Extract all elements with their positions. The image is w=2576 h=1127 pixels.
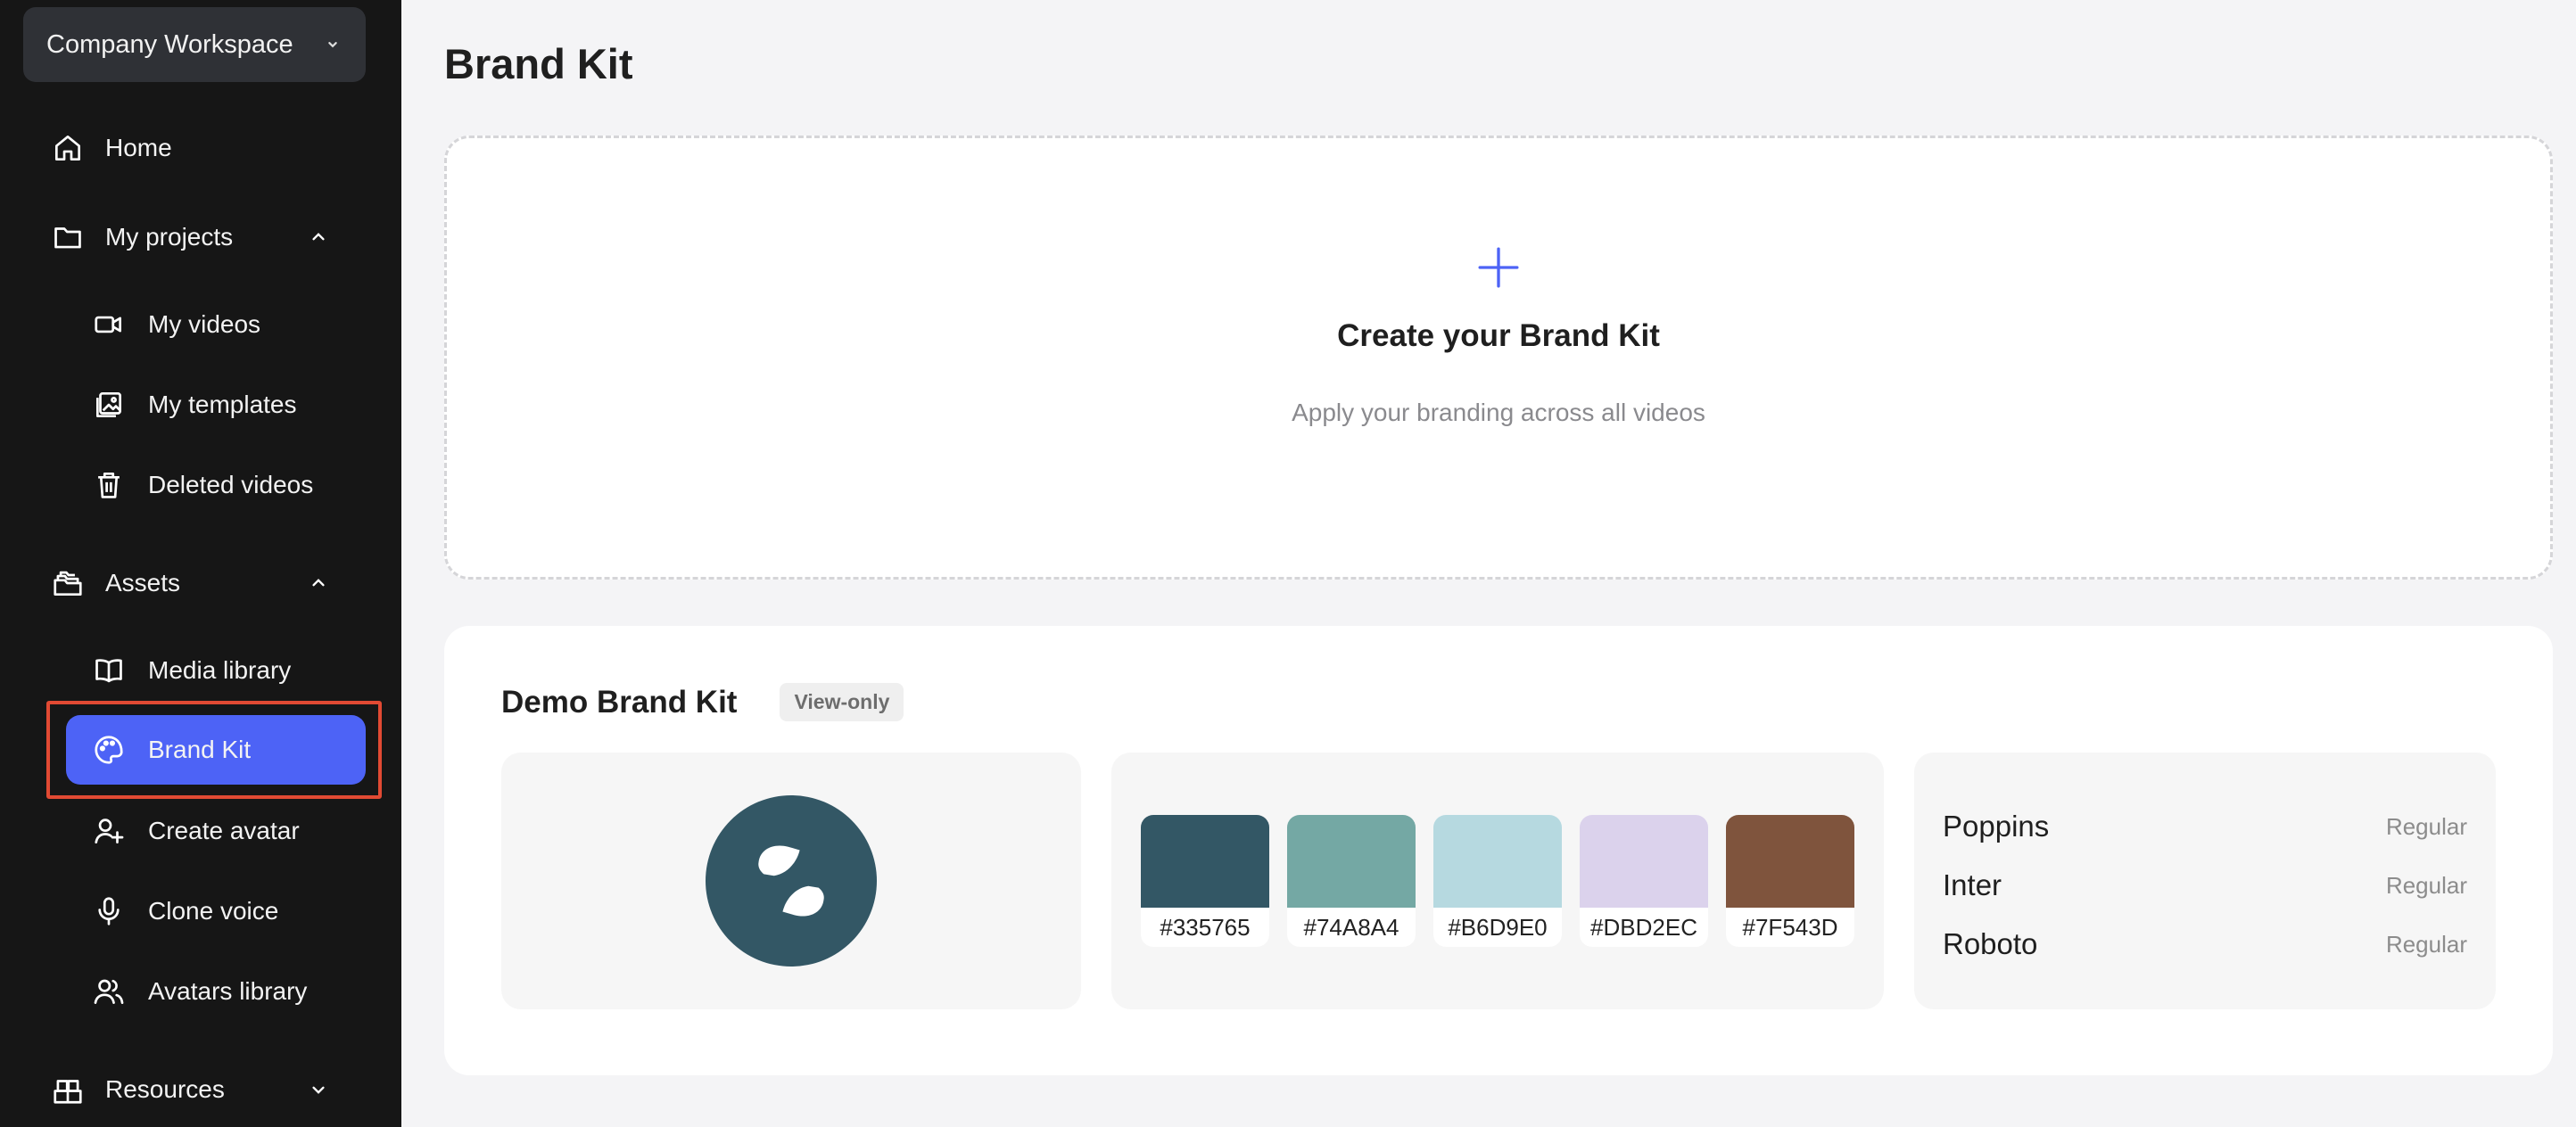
create-brand-kit-card[interactable]: Create your Brand Kit Apply your brandin… [444, 136, 2553, 580]
sidebar-item-label: Avatars library [148, 977, 308, 1005]
create-brand-kit-subtitle: Apply your branding across all videos [1292, 399, 1705, 426]
gift-box-icon [50, 1072, 86, 1107]
sidebar-item-label: Create avatar [148, 817, 300, 844]
color-chip [1433, 815, 1562, 908]
chevron-up-icon[interactable] [307, 226, 330, 249]
font-row: Poppins Regular [1943, 797, 2467, 856]
color-swatch[interactable]: #335765 [1141, 815, 1269, 947]
color-chip [1141, 815, 1269, 908]
color-hex: #335765 [1160, 913, 1251, 941]
app-root: Company Workspace Home My projects My vi… [0, 0, 2576, 1127]
sidebar-item-label: My templates [148, 391, 297, 418]
sidebar-item-label: Brand Kit [148, 736, 252, 763]
chevron-down-icon[interactable] [307, 1078, 330, 1101]
sidebar-item-label: Home [105, 134, 172, 161]
font-row: Roboto Regular [1943, 915, 2467, 974]
font-weight: Regular [2385, 930, 2467, 958]
colors-panel: #335765 #74A8A4 #B6D9E0 #DBD2EC #7F543D [1111, 753, 1884, 1009]
sidebar: Company Workspace Home My projects My vi… [0, 0, 401, 1127]
sidebar-item-home[interactable]: Home [50, 113, 335, 183]
sidebar-item-assets[interactable]: Assets [50, 548, 335, 618]
brand-logo [706, 795, 877, 967]
sidebar-item-my-templates[interactable]: My templates [91, 370, 359, 440]
sidebar-item-resources[interactable]: Resources [50, 1055, 335, 1124]
assets-icon [50, 565, 86, 601]
fonts-panel: Poppins Regular Inter Regular Roboto Reg… [1914, 753, 2496, 1009]
users-icon [91, 974, 127, 1009]
create-brand-kit-title: Create your Brand Kit [1337, 318, 1660, 353]
folder-icon [50, 219, 86, 255]
font-weight: Regular [2385, 812, 2467, 840]
color-swatch[interactable]: #7F543D [1726, 815, 1854, 947]
color-hex: #B6D9E0 [1448, 913, 1548, 941]
font-name: Poppins [1943, 810, 2050, 843]
image-stack-icon [91, 387, 127, 423]
color-hex: #7F543D [1742, 913, 1838, 941]
font-name: Inter [1943, 868, 2002, 901]
sidebar-item-label: Clone voice [148, 897, 279, 925]
logo-panel [501, 753, 1081, 1009]
user-plus-icon [91, 813, 127, 849]
color-chip [1287, 815, 1416, 908]
font-weight: Regular [2385, 871, 2467, 899]
video-camera-icon [91, 307, 127, 342]
sidebar-item-label: My videos [148, 310, 261, 338]
sidebar-item-label: My projects [105, 223, 234, 251]
sidebar-item-brand-kit[interactable]: Brand Kit [66, 715, 366, 785]
color-swatch[interactable]: #DBD2EC [1580, 815, 1708, 947]
sidebar-item-label: Assets [105, 569, 181, 596]
color-chip [1726, 815, 1854, 908]
palette-icon [91, 732, 127, 768]
sidebar-item-label: Resources [105, 1075, 225, 1103]
demo-brand-kit-card: Demo Brand Kit View-only #335765 #74A8A4… [444, 626, 2553, 1075]
main-content: Brand Kit Create your Brand Kit Apply yo… [401, 0, 2576, 1127]
page-title: Brand Kit [444, 40, 633, 87]
font-name: Roboto [1943, 927, 2038, 960]
microphone-icon [91, 893, 127, 929]
chevron-up-icon[interactable] [307, 572, 330, 595]
view-only-badge: View-only [780, 683, 904, 721]
sidebar-item-create-avatar[interactable]: Create avatar [91, 796, 359, 866]
demo-brand-kit-title: Demo Brand Kit [501, 684, 738, 720]
sidebar-item-avatars-library[interactable]: Avatars library [91, 957, 359, 1026]
trash-icon [91, 467, 127, 503]
sidebar-item-clone-voice[interactable]: Clone voice [91, 876, 359, 946]
demo-brand-kit-header: Demo Brand Kit View-only [501, 683, 904, 721]
workspace-switcher[interactable]: Company Workspace [23, 7, 366, 82]
book-icon [91, 653, 127, 688]
brand-logo-mark-icon [758, 845, 824, 917]
font-row: Inter Regular [1943, 856, 2467, 915]
color-chip [1580, 815, 1708, 908]
sidebar-item-media-library[interactable]: Media library [91, 636, 359, 705]
sidebar-item-deleted-videos[interactable]: Deleted videos [91, 450, 359, 520]
chevron-down-icon [328, 42, 337, 48]
color-swatch[interactable]: #74A8A4 [1287, 815, 1416, 947]
workspace-name: Company Workspace [46, 29, 293, 59]
home-icon [50, 130, 86, 166]
plus-icon [1478, 247, 1519, 288]
color-hex: #DBD2EC [1590, 913, 1697, 941]
sidebar-item-label: Deleted videos [148, 471, 314, 498]
color-hex: #74A8A4 [1303, 913, 1399, 941]
sidebar-item-my-projects[interactable]: My projects [50, 202, 335, 272]
sidebar-item-my-videos[interactable]: My videos [91, 290, 359, 359]
sidebar-item-label: Media library [148, 656, 292, 684]
color-swatch[interactable]: #B6D9E0 [1433, 815, 1562, 947]
